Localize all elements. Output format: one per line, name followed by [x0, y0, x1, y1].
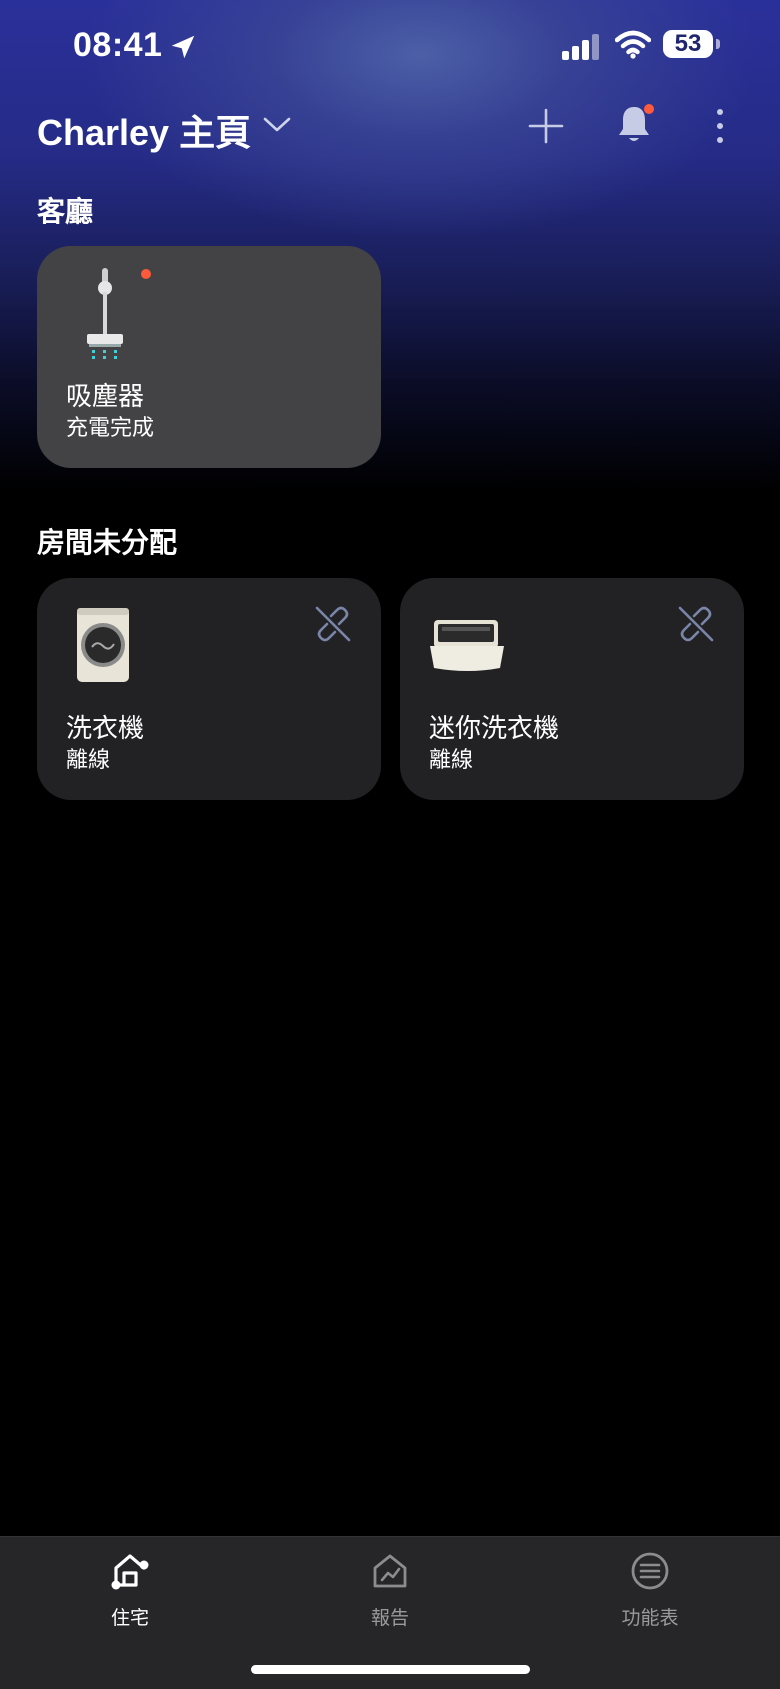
device-name: 吸塵器 [66, 381, 145, 411]
tab-report[interactable]: 報告 [320, 1537, 460, 1647]
section-title-unassigned: 房間未分配 [37, 527, 178, 558]
vacuum-icon [87, 268, 123, 359]
device-status: 充電完成 [66, 415, 155, 440]
home-selector-title[interactable]: Charley 主頁 [37, 104, 251, 156]
alert-dot [141, 269, 151, 279]
status-bar: 08:41 53 [0, 0, 780, 90]
tab-menu[interactable]: 功能表 [580, 1537, 720, 1647]
unlinked-icon [315, 606, 351, 642]
cellular-signal-icon [562, 34, 599, 60]
tab-label: 報告 [370, 1608, 409, 1629]
unlinked-icon [678, 606, 714, 642]
menu-icon [631, 1552, 669, 1590]
home-indicator[interactable] [251, 1665, 530, 1674]
add-device-button[interactable] [526, 106, 566, 146]
device-status: 離線 [429, 747, 474, 772]
device-name: 迷你洗衣機 [429, 713, 560, 743]
more-options-icon[interactable] [705, 106, 735, 146]
wifi-icon [615, 30, 651, 59]
battery-icon: 53 [663, 30, 721, 60]
section-title-living-room: 客廳 [37, 196, 94, 227]
device-card-vacuum[interactable]: 吸塵器 充電完成 [37, 246, 381, 468]
tab-label: 功能表 [621, 1608, 679, 1629]
device-status: 離線 [66, 747, 111, 772]
report-icon [373, 1554, 407, 1588]
mini-washer-icon [430, 620, 504, 671]
device-name: 洗衣機 [66, 713, 145, 743]
chevron-down-icon[interactable] [262, 114, 292, 136]
notification-badge [644, 104, 654, 114]
battery-level: 53 [663, 30, 713, 58]
washer-icon [77, 608, 129, 682]
status-time: 08:41 [73, 26, 163, 64]
tab-label: 住宅 [110, 1608, 149, 1629]
tab-home[interactable]: 住宅 [60, 1537, 200, 1647]
device-card-mini-washer[interactable]: 迷你洗衣機 離線 [400, 578, 744, 800]
location-arrow-icon [171, 35, 195, 59]
home-icon [111, 1554, 149, 1590]
device-card-washer[interactable]: 洗衣機 離線 [37, 578, 381, 800]
